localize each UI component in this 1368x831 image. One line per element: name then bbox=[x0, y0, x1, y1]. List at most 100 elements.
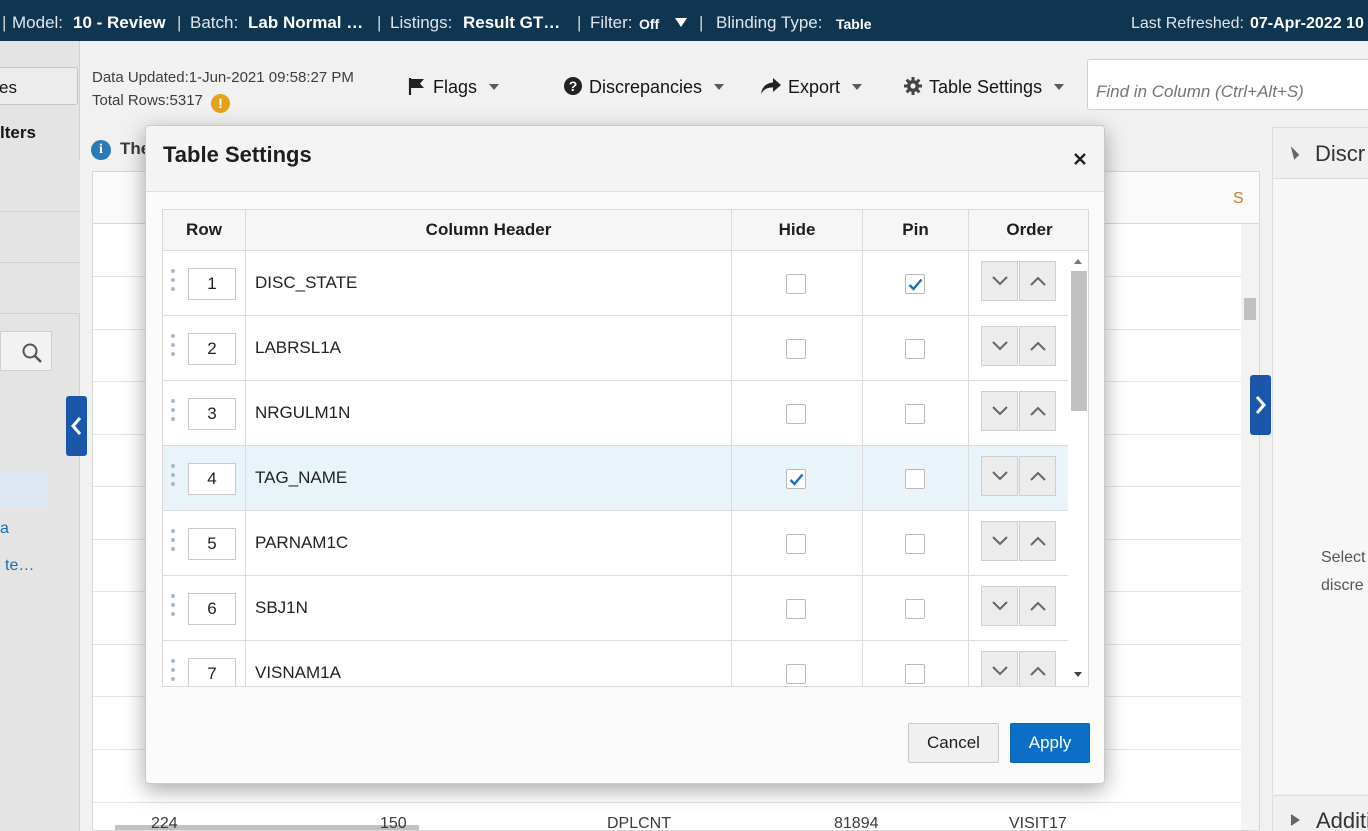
hide-checkbox[interactable] bbox=[786, 404, 806, 424]
close-icon[interactable] bbox=[1072, 151, 1088, 167]
settings-row[interactable]: SBJ1N bbox=[163, 576, 1068, 641]
hide-checkbox[interactable] bbox=[786, 534, 806, 554]
settings-row[interactable]: VISNAM1A bbox=[163, 641, 1068, 686]
left-panel-row[interactable] bbox=[0, 263, 80, 314]
move-up-button[interactable] bbox=[1019, 456, 1056, 496]
drag-handle-icon[interactable] bbox=[171, 594, 175, 620]
left-panel-row[interactable] bbox=[0, 212, 80, 263]
discrepancies-panel-header[interactable]: Discr bbox=[1272, 127, 1368, 179]
cancel-button[interactable]: Cancel bbox=[908, 723, 999, 763]
move-down-button[interactable] bbox=[981, 521, 1018, 561]
move-up-button[interactable] bbox=[1019, 586, 1056, 626]
row-number-cell bbox=[163, 641, 246, 686]
move-up-button[interactable] bbox=[1019, 326, 1056, 366]
left-search-button[interactable] bbox=[0, 331, 52, 371]
settings-row[interactable]: NRGULM1N bbox=[163, 381, 1068, 446]
drag-handle-icon[interactable] bbox=[171, 334, 175, 360]
scroll-down-icon[interactable] bbox=[1074, 672, 1082, 677]
apply-button[interactable]: Apply bbox=[1010, 723, 1090, 763]
left-link-2[interactable]: te… bbox=[5, 557, 34, 575]
move-down-button[interactable] bbox=[981, 586, 1018, 626]
pin-checkbox[interactable] bbox=[905, 339, 925, 359]
table-settings-label: Table Settings bbox=[929, 77, 1043, 97]
listings-label: Listings: bbox=[390, 13, 453, 32]
last-refreshed-value: 07-Apr-2022 10 bbox=[1250, 15, 1364, 32]
scroll-thumb[interactable] bbox=[1071, 271, 1087, 411]
pin-checkbox[interactable] bbox=[905, 469, 925, 489]
settings-row[interactable]: TAG_NAME bbox=[163, 446, 1068, 511]
move-down-button[interactable] bbox=[981, 261, 1018, 301]
filter-value[interactable]: Off bbox=[639, 16, 659, 32]
export-menu[interactable]: Export bbox=[760, 76, 863, 98]
drag-handle-icon[interactable] bbox=[171, 659, 175, 685]
settings-table-scrollbar[interactable] bbox=[1068, 251, 1088, 686]
pin-checkbox[interactable] bbox=[905, 664, 925, 684]
drag-handle-icon[interactable] bbox=[171, 269, 175, 295]
grid-cell[interactable]: DPLCNT bbox=[607, 815, 671, 831]
collapse-left-panel-button[interactable] bbox=[66, 396, 87, 456]
hide-checkbox[interactable] bbox=[786, 339, 806, 359]
warning-icon[interactable]: ! bbox=[210, 94, 230, 113]
row-order-input[interactable] bbox=[188, 333, 236, 365]
discrepancies-menu[interactable]: ? Discrepancies bbox=[563, 76, 725, 98]
move-up-button[interactable] bbox=[1019, 261, 1056, 301]
left-link-1[interactable]: a bbox=[0, 520, 9, 538]
additional-panel-header[interactable]: Additi bbox=[1272, 795, 1368, 831]
grid-vertical-scrollbar[interactable] bbox=[1241, 224, 1259, 830]
move-down-button[interactable] bbox=[981, 651, 1018, 686]
row-order-input[interactable] bbox=[188, 398, 236, 430]
flags-menu[interactable]: Flags bbox=[407, 76, 500, 98]
grid-cell[interactable]: 81894 bbox=[834, 815, 879, 831]
row-order-input[interactable] bbox=[188, 528, 236, 560]
pin-cell bbox=[863, 251, 969, 316]
column-settings-table: Row Column Header Hide Pin Order DISC_ST… bbox=[162, 209, 1089, 687]
hide-checkbox[interactable] bbox=[786, 274, 806, 294]
grid-cell[interactable]: 224 bbox=[151, 815, 178, 831]
row-order-input[interactable] bbox=[188, 593, 236, 625]
move-up-button[interactable] bbox=[1019, 521, 1056, 561]
batch-value[interactable]: Lab Normal … bbox=[248, 13, 363, 33]
blinding-value[interactable]: Table bbox=[836, 16, 872, 32]
order-cell bbox=[969, 511, 1068, 576]
grid-scroll-thumb[interactable] bbox=[1244, 298, 1256, 320]
move-down-button[interactable] bbox=[981, 456, 1018, 496]
drag-handle-icon[interactable] bbox=[171, 399, 175, 425]
hide-checkbox[interactable] bbox=[786, 469, 806, 489]
pin-checkbox[interactable] bbox=[905, 404, 925, 424]
pin-checkbox[interactable] bbox=[905, 534, 925, 554]
grid-cell[interactable]: 150 bbox=[380, 815, 407, 831]
scroll-up-icon[interactable] bbox=[1074, 259, 1082, 264]
hide-checkbox[interactable] bbox=[786, 599, 806, 619]
expand-right-panel-button[interactable] bbox=[1250, 375, 1271, 435]
move-up-button[interactable] bbox=[1019, 391, 1056, 431]
collapse-triangle-icon bbox=[1285, 146, 1300, 160]
move-down-button[interactable] bbox=[981, 326, 1018, 366]
chevron-down-icon bbox=[852, 84, 863, 90]
column-header-order: Order bbox=[969, 210, 1088, 251]
settings-row[interactable]: LABRSL1A bbox=[163, 316, 1068, 381]
settings-row[interactable]: DISC_STATE bbox=[163, 251, 1068, 316]
model-value[interactable]: 10 - Review bbox=[73, 13, 166, 33]
separator: | bbox=[577, 13, 582, 32]
drag-handle-icon[interactable] bbox=[171, 464, 175, 490]
drag-handle-icon[interactable] bbox=[171, 529, 175, 555]
hide-checkbox[interactable] bbox=[786, 664, 806, 684]
move-up-button[interactable] bbox=[1019, 651, 1056, 686]
pin-cell bbox=[863, 316, 969, 381]
table-settings-menu[interactable]: Table Settings bbox=[903, 76, 1065, 98]
left-panel-row[interactable] bbox=[0, 161, 80, 212]
settings-row[interactable]: PARNAM1C bbox=[163, 511, 1068, 576]
row-order-input[interactable] bbox=[188, 268, 236, 300]
grid-cell[interactable]: VISIT17 bbox=[1009, 815, 1067, 831]
filter-dropdown-icon[interactable] bbox=[675, 18, 687, 27]
row-order-input[interactable] bbox=[188, 658, 236, 686]
pin-checkbox[interactable] bbox=[905, 599, 925, 619]
find-in-column-input[interactable] bbox=[1087, 59, 1368, 110]
pin-checkbox[interactable] bbox=[905, 274, 925, 294]
left-panel-button[interactable]: es bbox=[0, 67, 78, 105]
left-panel-selected-item[interactable] bbox=[0, 472, 48, 508]
move-down-button[interactable] bbox=[981, 391, 1018, 431]
gear-icon bbox=[904, 77, 922, 95]
listings-value[interactable]: Result GT… bbox=[463, 13, 560, 33]
row-order-input[interactable] bbox=[188, 463, 236, 495]
